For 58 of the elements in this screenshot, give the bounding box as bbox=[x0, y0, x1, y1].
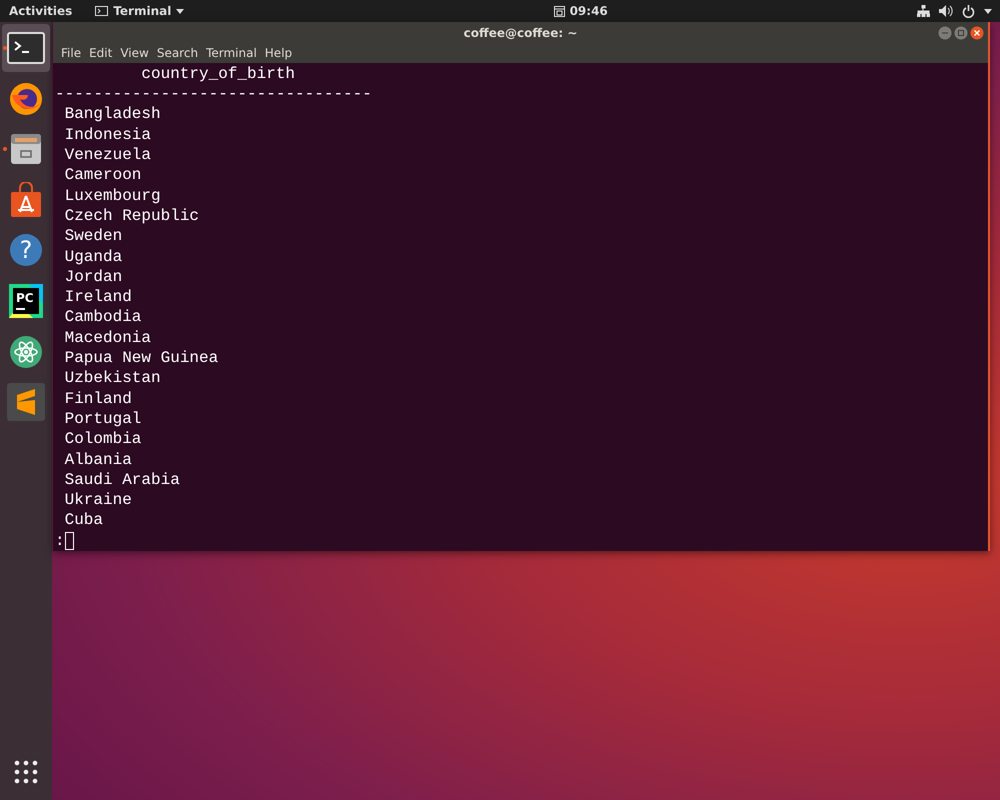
output-row-text: Cameroon bbox=[64, 165, 142, 186]
output-row-text: Sweden bbox=[64, 226, 122, 247]
power-icon[interactable] bbox=[962, 4, 975, 18]
dock-item[interactable] bbox=[2, 24, 50, 72]
output-row-text: Uganda bbox=[64, 246, 122, 267]
menu-item[interactable]: Edit bbox=[85, 46, 116, 60]
output-row-text: Ireland bbox=[64, 287, 132, 308]
output-row-text: Cambodia bbox=[64, 307, 142, 328]
column-header: country_of_birth bbox=[140, 64, 296, 84]
menu-item[interactable]: Search bbox=[152, 46, 202, 60]
output-row-text: Bangladesh bbox=[64, 104, 161, 125]
output-row-text: Colombia bbox=[64, 429, 142, 450]
activities-button[interactable]: Activities bbox=[9, 4, 72, 18]
output-row-text: Jordan bbox=[64, 266, 122, 288]
output-row-text: Albania bbox=[64, 450, 132, 470]
output-row-text: Ukraine bbox=[64, 490, 132, 510]
output-row-text: Macedonia bbox=[64, 328, 152, 348]
menu-item[interactable]: Help bbox=[260, 46, 296, 60]
separator-line: --------------------------------- bbox=[55, 84, 372, 104]
menu-item[interactable]: View bbox=[116, 46, 153, 60]
output-row-text: Cuba bbox=[64, 510, 103, 531]
caret-icon bbox=[176, 8, 184, 14]
minimize-button[interactable] bbox=[938, 26, 952, 40]
dock-item[interactable]: ? bbox=[2, 226, 50, 274]
volume-icon[interactable] bbox=[939, 5, 953, 17]
terminal-icon bbox=[7, 32, 45, 64]
shopping-bag-icon bbox=[9, 182, 43, 218]
terminal-icon bbox=[95, 6, 108, 16]
fox-globe-icon bbox=[8, 80, 44, 117]
output-row-text: Finland bbox=[64, 388, 132, 409]
pager-prompt: : bbox=[55, 530, 65, 551]
atom-icon bbox=[9, 334, 43, 369]
help-icon: ? bbox=[9, 233, 43, 268]
app-menu[interactable]: Terminal bbox=[95, 4, 184, 18]
pycharm-logo-icon: PC bbox=[9, 284, 43, 318]
running-indicator bbox=[3, 147, 7, 152]
app-grid-icon[interactable] bbox=[14, 760, 38, 784]
output-row-text: Indonesia bbox=[64, 124, 152, 146]
calendar-icon bbox=[554, 6, 565, 16]
output-row-text: Luxembourg bbox=[64, 186, 161, 206]
menu-item[interactable]: File bbox=[57, 46, 86, 60]
menu-item[interactable]: Terminal bbox=[202, 46, 261, 60]
output-row-text: Saudi Arabia bbox=[64, 470, 180, 490]
clock[interactable]: 09:46 bbox=[570, 4, 608, 18]
output-row-text: Venezuela bbox=[64, 145, 152, 166]
caret-icon[interactable] bbox=[984, 8, 992, 14]
output-row-text: Uzbekistan bbox=[64, 368, 161, 389]
running-indicator bbox=[3, 46, 7, 50]
cursor bbox=[64, 532, 74, 550]
dock-item[interactable]: PC bbox=[2, 276, 50, 325]
close-button[interactable] bbox=[970, 26, 984, 40]
window-title: coffee@coffee: ~ bbox=[464, 26, 578, 40]
network-icon[interactable] bbox=[917, 5, 930, 17]
output-row-text: Czech Republic bbox=[64, 206, 200, 226]
sublime-logo-icon bbox=[7, 383, 45, 422]
output-row-text: Portugal bbox=[64, 408, 142, 430]
output-row-text: Papua New Guinea bbox=[64, 348, 218, 368]
file-cabinet-icon bbox=[9, 132, 43, 166]
